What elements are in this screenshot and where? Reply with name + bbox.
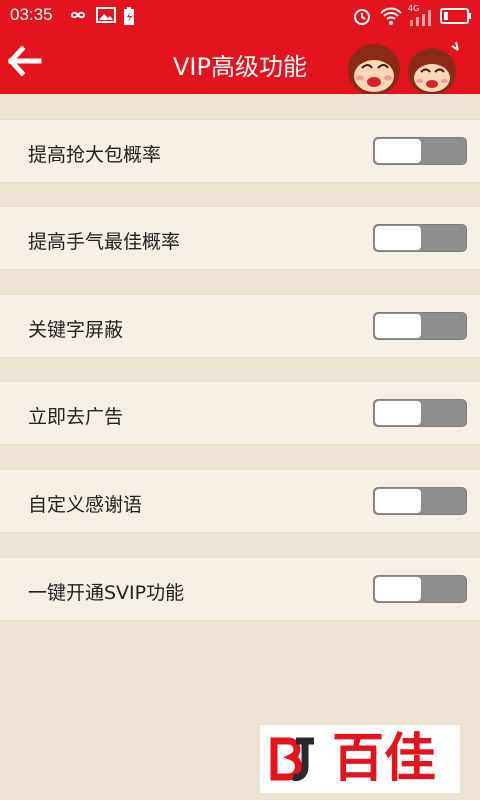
status-time: 03:35 [10,5,53,24]
toggle-knob [375,314,421,338]
setting-label: 提高手气最佳概率 [28,231,181,253]
wifi-icon [380,6,402,30]
alarm-icon [352,6,372,30]
signal-icon [408,10,432,30]
watermark-text: 百佳 [332,729,437,789]
setting-row-grab-big-packet: 提高抢大包概率 [0,119,480,183]
toggle-knob [375,139,421,163]
setting-label: 立即去广告 [28,406,124,428]
status-bar: 03:35 4G [0,0,480,32]
toggle-knob [375,226,421,250]
battery-icon [440,8,472,28]
toggle-knob [375,489,421,513]
setting-row-remove-ads: 立即去广告 [0,381,480,445]
mascot-illustration [334,32,474,96]
image-icon [96,6,116,28]
header: VIP高级功能 [0,32,480,96]
toggle-switch[interactable] [373,487,467,515]
setting-row-best-luck: 提高手气最佳概率 [0,206,480,270]
setting-label: 关键字屏蔽 [28,319,124,341]
toggle-switch[interactable] [373,137,467,165]
toggle-switch[interactable] [373,399,467,427]
setting-row-keyword-block: 关键字屏蔽 [0,294,480,358]
setting-label: 一键开通SVIP功能 [28,582,185,604]
setting-row-custom-thanks: 自定义感谢语 [0,469,480,533]
toggle-knob [375,401,421,425]
infinity-icon [66,6,90,28]
toggle-switch[interactable] [373,224,467,252]
toggle-switch[interactable] [373,575,467,603]
setting-row-svip: 一键开通SVIP功能 [0,557,480,621]
battery-saver-icon [122,6,136,30]
setting-label: 提高抢大包概率 [28,144,162,166]
toggle-knob [375,577,421,601]
setting-label: 自定义感谢语 [28,494,143,516]
watermark-logo: 百佳 [260,725,460,793]
toggle-switch[interactable] [373,312,467,340]
